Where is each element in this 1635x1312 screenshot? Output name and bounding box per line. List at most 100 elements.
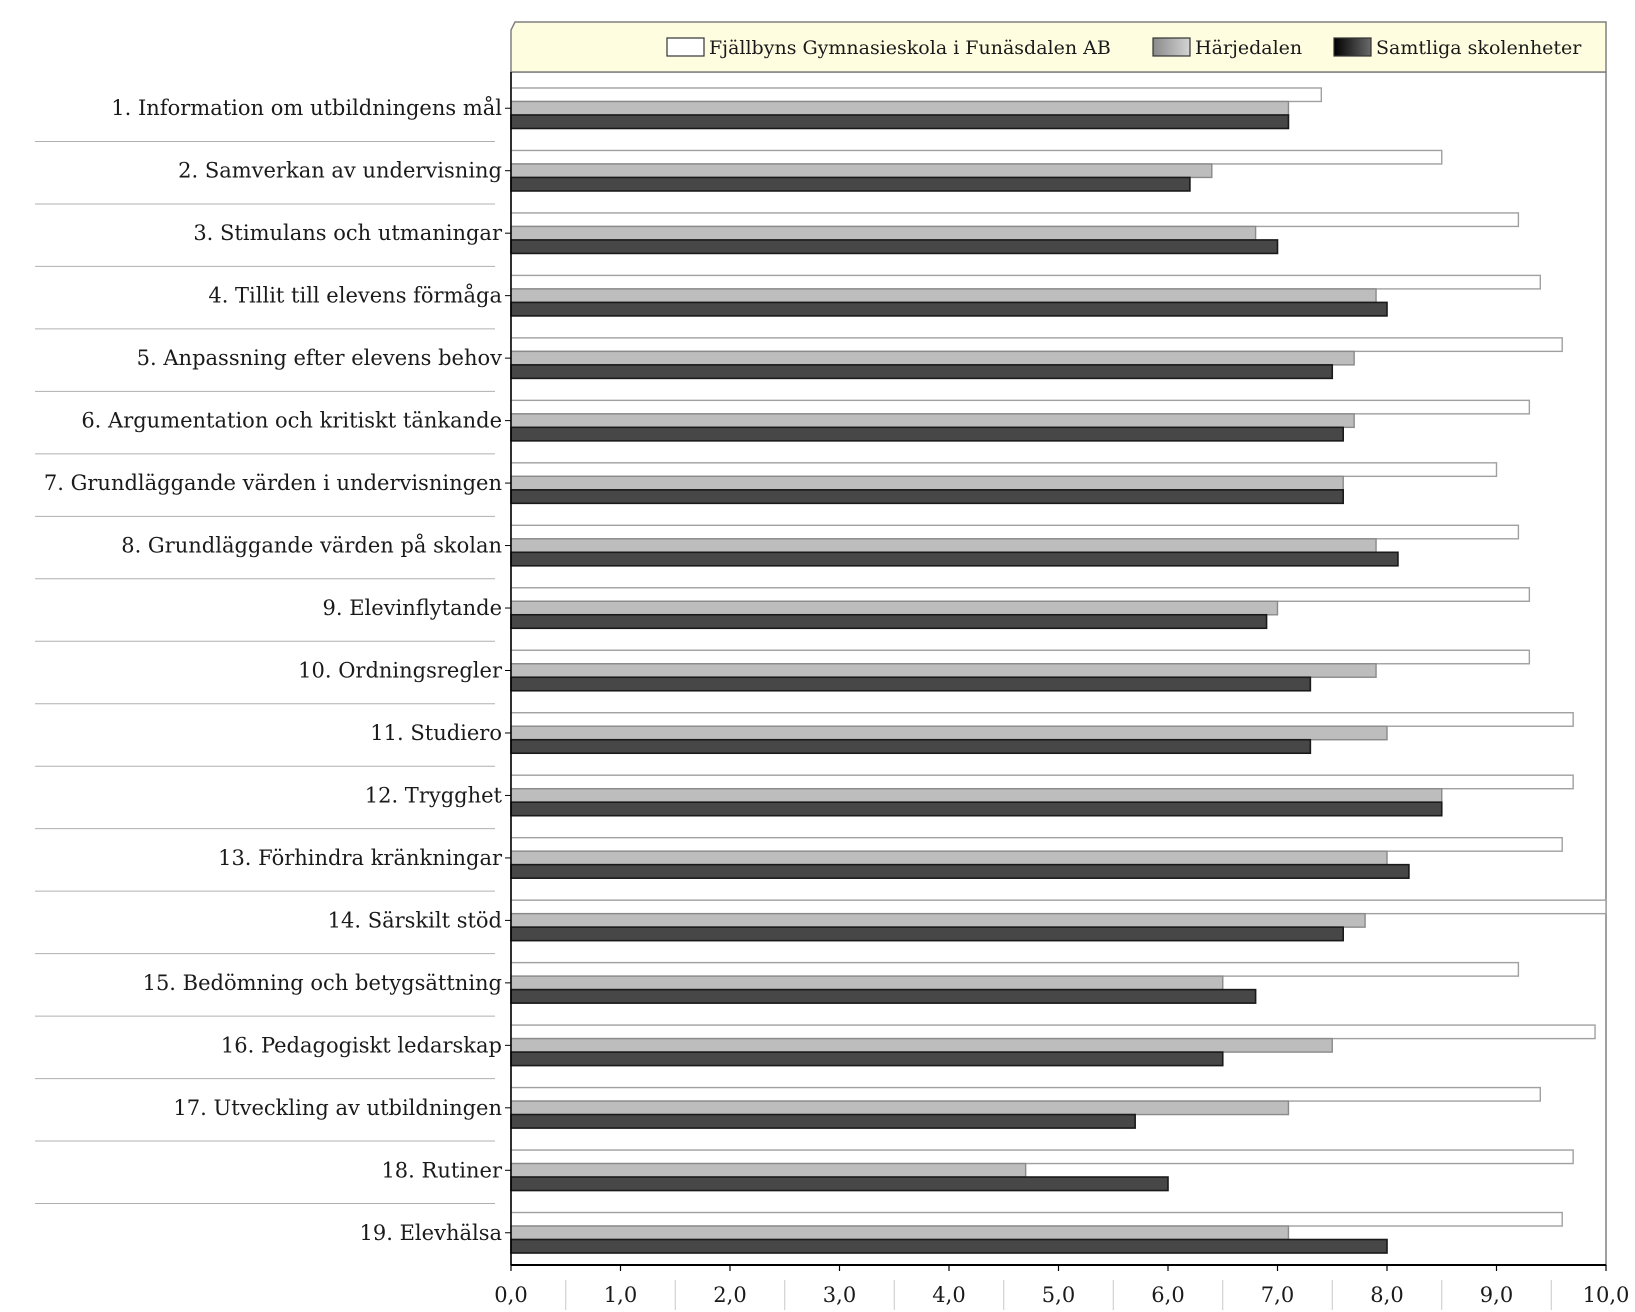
bar-harjedalen — [510, 1162, 1027, 1178]
bar-samtliga — [510, 926, 1345, 942]
bar-fjallbyns — [510, 87, 1322, 103]
category-label: 9. Elevinflytande — [322, 596, 502, 620]
bar-fjallbyns — [510, 462, 1498, 478]
bar-fjallbyns — [510, 1086, 1542, 1102]
legend-label-samtliga: Samtliga skolenheter — [1376, 37, 1582, 59]
bar-fjallbyns — [510, 212, 1520, 228]
x-tick-label: 8,0 — [1370, 1283, 1403, 1307]
x-tick-label: 10,0 — [1583, 1283, 1630, 1307]
bar-samtliga — [510, 1051, 1224, 1067]
bar-fjallbyns — [510, 587, 1531, 602]
bar-fjallbyns — [510, 961, 1520, 977]
category-label: 16. Pedagogiskt ledarskap — [221, 1033, 502, 1057]
bar-samtliga — [510, 239, 1279, 255]
category-label: 7. Grundläggande värden i undervisningen — [44, 471, 502, 495]
legend-label-harjedalen: Härjedalen — [1195, 37, 1302, 59]
bar-chart: Fjällbyns Gymnasieskola i Funäsdalen AB … — [35, 21, 1629, 1310]
bar-samtliga — [510, 364, 1334, 380]
bar-harjedalen — [510, 1225, 1290, 1241]
bar-samtliga — [510, 1176, 1169, 1192]
x-tick-label: 1,0 — [604, 1283, 637, 1307]
bar-harjedalen — [510, 100, 1290, 116]
x-axis-ticks: 0,0 1,0 2,0 3,0 4,0 5,0 6,0 7,0 8,0 9,0 10,0 — [494, 1265, 1629, 1310]
category-label: 13. Förhindra kränkningar — [218, 846, 503, 870]
bar-samtliga — [510, 613, 1268, 630]
bar-harjedalen — [510, 600, 1279, 616]
category-label: 11. Studiero — [370, 721, 502, 745]
bar-samtliga — [510, 301, 1388, 317]
bar-harjedalen — [510, 163, 1213, 179]
legend-swatch-samtliga — [1333, 37, 1372, 57]
x-tick-label: 6,0 — [1151, 1283, 1184, 1307]
category-label: 10. Ordningsregler — [298, 659, 503, 683]
x-tick-label: 5,0 — [1042, 1283, 1075, 1307]
bar-samtliga — [510, 114, 1290, 130]
category-label: 17. Utveckling av utbildningen — [173, 1096, 502, 1120]
category-label: 18. Rutiner — [381, 1158, 503, 1182]
x-tick-label: 0,0 — [494, 1283, 527, 1307]
bar-samtliga — [510, 863, 1410, 879]
category-label: 4. Tillit till elevens förmåga — [208, 284, 502, 308]
bar-harjedalen — [510, 475, 1344, 491]
category-label: 19. Elevhälsa — [360, 1221, 502, 1245]
bar-samtliga — [510, 489, 1345, 505]
bar-harjedalen — [510, 350, 1355, 366]
bar-fjallbyns — [510, 337, 1563, 353]
category-label: 8. Grundläggande värden på skolan — [121, 534, 502, 558]
legend-item: Samtliga skolenheter — [1333, 37, 1582, 59]
bar-harjedalen — [510, 663, 1377, 678]
bar-fjallbyns — [510, 149, 1443, 165]
bar-samtliga — [510, 176, 1191, 192]
category-label: 14. Särskilt stöd — [328, 908, 502, 932]
legend-swatch-fjallbyns — [666, 37, 705, 57]
bar-fjallbyns — [510, 899, 1607, 915]
bar-samtliga — [510, 551, 1399, 567]
x-tick-label: 2,0 — [713, 1283, 746, 1307]
bar-samtliga — [510, 738, 1312, 755]
bar-samtliga — [510, 676, 1312, 692]
bar-fjallbyns — [510, 1211, 1563, 1227]
category-label: 1. Information om utbildningens mål — [111, 96, 502, 120]
bar-fjallbyns — [510, 712, 1574, 727]
category-label: 2. Samverkan av undervisning — [178, 159, 502, 183]
bar-harjedalen — [510, 538, 1377, 554]
bar-harjedalen — [510, 1037, 1333, 1053]
legend: Fjällbyns Gymnasieskola i Funäsdalen AB … — [510, 21, 1607, 73]
bar-harjedalen — [510, 787, 1443, 803]
bar-samtliga — [510, 1113, 1136, 1129]
category-label: 15. Bedömning och betygsättning — [143, 971, 502, 995]
legend-item: Fjällbyns Gymnasieskola i Funäsdalen AB — [666, 37, 1111, 59]
x-tick-label: 7,0 — [1261, 1283, 1294, 1307]
bar-fjallbyns — [510, 836, 1563, 852]
bar-samtliga — [510, 426, 1345, 442]
bar-fjallbyns — [510, 1149, 1574, 1165]
category-label: 12. Trygghet — [365, 783, 503, 807]
legend-item: Härjedalen — [1152, 37, 1302, 59]
bar-harjedalen — [510, 725, 1388, 741]
x-tick-label: 3,0 — [823, 1283, 856, 1307]
bar-samtliga — [510, 1238, 1388, 1254]
x-tick-label: 4,0 — [932, 1283, 965, 1307]
x-tick-label: 9,0 — [1480, 1283, 1513, 1307]
bar-harjedalen — [510, 912, 1366, 928]
bar-fjallbyns — [510, 524, 1520, 540]
legend-label-fjallbyns: Fjällbyns Gymnasieskola i Funäsdalen AB — [709, 37, 1111, 59]
bar-harjedalen — [510, 225, 1257, 241]
category-label: 3. Stimulans och utmaningar — [193, 221, 503, 245]
bar-fjallbyns — [510, 774, 1574, 790]
bar-harjedalen — [510, 413, 1355, 429]
bar-harjedalen — [510, 850, 1388, 866]
bar-fjallbyns — [510, 399, 1531, 415]
bar-samtliga — [510, 801, 1443, 817]
legend-swatch-harjedalen — [1152, 37, 1191, 57]
category-label: 5. Anpassning efter elevens behov — [137, 346, 502, 370]
bar-fjallbyns — [510, 274, 1542, 290]
bar-harjedalen — [510, 1100, 1290, 1116]
category-label: 6. Argumentation och kritiskt tänkande — [81, 409, 502, 433]
bar-fjallbyns — [510, 1024, 1596, 1040]
bar-fjallbyns — [510, 649, 1531, 665]
category-labels: 1. Information om utbildningens mål 2. Sa… — [44, 96, 511, 1245]
bar-harjedalen — [510, 975, 1224, 991]
bar-samtliga — [510, 988, 1257, 1004]
bar-harjedalen — [510, 288, 1377, 304]
